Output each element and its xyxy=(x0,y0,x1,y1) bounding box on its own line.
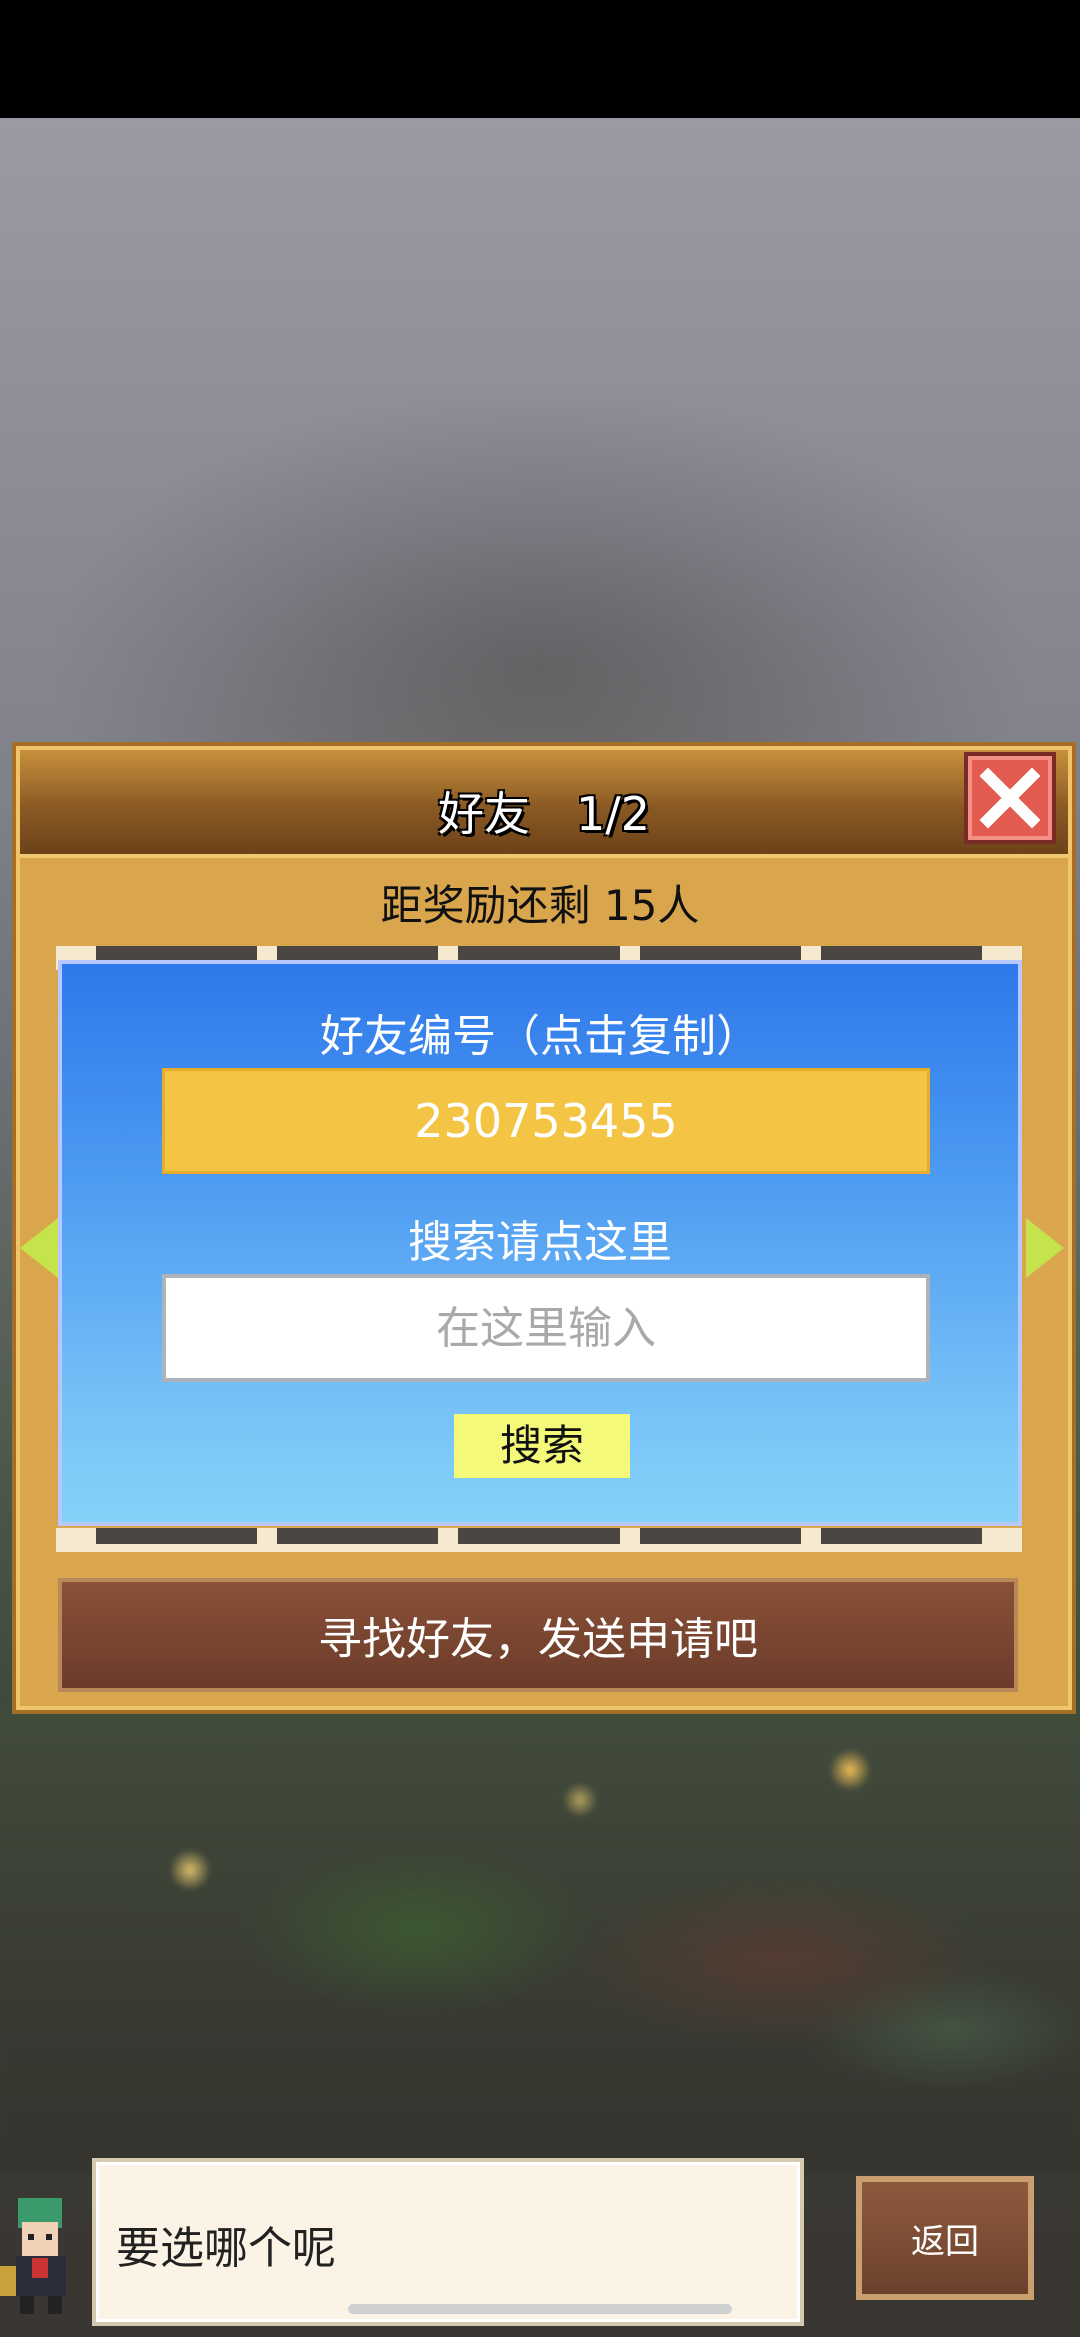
arrow-left-icon[interactable] xyxy=(20,1218,58,1278)
dialog-title: 好友 1/2 xyxy=(437,787,651,841)
village-map xyxy=(0,1710,1080,2170)
back-button[interactable]: 返回 xyxy=(856,2176,1034,2300)
search-input[interactable] xyxy=(162,1274,930,1382)
dialog-header: 好友 1/2 xyxy=(20,750,1068,858)
tab-segment xyxy=(820,1528,983,1544)
search-label: 搜索请点这里 xyxy=(408,1217,672,1268)
search-button[interactable]: 搜索 xyxy=(454,1414,630,1478)
bottom-tabs xyxy=(96,1528,983,1544)
reward-remaining-text: 距奖励还剩 15人 xyxy=(380,881,700,930)
speech-bubble: 要选哪个呢 xyxy=(92,2158,804,2326)
arrow-right-icon[interactable] xyxy=(1026,1218,1064,1278)
panel-bottom-strip xyxy=(56,1528,1022,1552)
speech-text: 要选哪个呢 xyxy=(116,2223,336,2274)
close-icon xyxy=(979,767,1041,829)
close-button[interactable] xyxy=(964,752,1056,844)
find-friends-button[interactable]: 寻找好友，发送申请吧 xyxy=(58,1578,1018,1692)
friend-id-label: 好友编号（点击复制） xyxy=(320,1011,760,1062)
tab-segment xyxy=(96,1528,258,1544)
character-avatar xyxy=(0,2198,66,2314)
tab-segment xyxy=(458,1528,620,1544)
tab-segment xyxy=(277,1528,439,1544)
friend-id-copy-box[interactable]: 230753455 xyxy=(162,1068,930,1174)
tab-segment xyxy=(639,1528,801,1544)
home-indicator[interactable] xyxy=(348,2304,732,2314)
